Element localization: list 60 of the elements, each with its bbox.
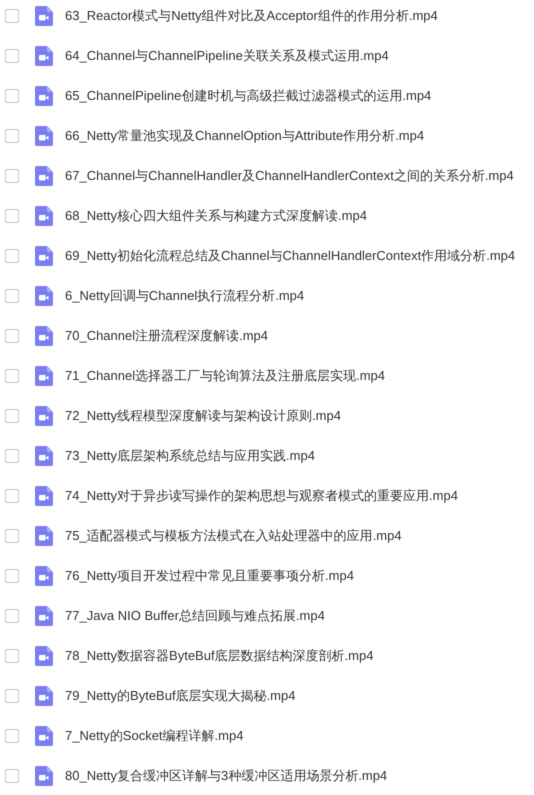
checkbox[interactable] xyxy=(5,289,19,303)
video-file-icon xyxy=(35,566,53,586)
checkbox[interactable] xyxy=(5,129,19,143)
file-name[interactable]: 80_Netty复合缓冲区详解与3种缓冲区适用场景分析.mp4 xyxy=(65,767,388,785)
checkbox[interactable] xyxy=(5,209,19,223)
video-file-icon xyxy=(35,486,53,506)
file-name[interactable]: 75_适配器模式与模板方法模式在入站处理器中的应用.mp4 xyxy=(65,527,402,545)
video-file-icon xyxy=(35,446,53,466)
checkbox[interactable] xyxy=(5,249,19,263)
video-file-icon xyxy=(35,326,53,346)
file-name[interactable]: 72_Netty线程模型深度解读与架构设计原则.mp4 xyxy=(65,407,341,425)
checkbox[interactable] xyxy=(5,489,19,503)
checkbox[interactable] xyxy=(5,329,19,343)
checkbox[interactable] xyxy=(5,9,19,23)
video-file-icon xyxy=(35,406,53,426)
checkbox[interactable] xyxy=(5,729,19,743)
file-name[interactable]: 7_Netty的Socket编程详解.mp4 xyxy=(65,727,244,745)
checkbox[interactable] xyxy=(5,169,19,183)
file-name[interactable]: 69_Netty初始化流程总结及Channel与ChannelHandlerContext作用域分析.mp4 xyxy=(65,247,516,265)
file-name[interactable]: 65_ChannelPipeline创建时机与高级拦截过滤器模式的运用.mp4 xyxy=(65,87,432,105)
checkbox[interactable] xyxy=(5,369,19,383)
file-name[interactable]: 67_Channel与ChannelHandler及ChannelHandlerContext之间的关系分析.mp4 xyxy=(65,167,514,185)
checkbox[interactable] xyxy=(5,649,19,663)
file-name[interactable]: 77_Java NIO Buffer总结回顾与难点拓展.mp4 xyxy=(65,607,325,625)
video-file-icon xyxy=(35,46,53,66)
file-name[interactable]: 78_Netty数据容器ByteBuf底层数据结构深度剖析.mp4 xyxy=(65,647,374,665)
file-name[interactable]: 76_Netty项目开发过程中常见且重要事项分析.mp4 xyxy=(65,567,354,585)
video-file-icon xyxy=(35,166,53,186)
video-file-icon xyxy=(35,206,53,226)
video-file-icon xyxy=(35,526,53,546)
file-name[interactable]: 68_Netty核心四大组件关系与构建方式深度解读.mp4 xyxy=(65,207,367,225)
file-name[interactable]: 63_Reactor模式与Netty组件对比及Acceptor组件的作用分析.mp4 xyxy=(65,7,438,25)
file-name[interactable]: 74_Netty对于异步读写操作的架构思想与观察者模式的重要应用.mp4 xyxy=(65,487,458,505)
video-file-icon xyxy=(35,366,53,386)
checkbox[interactable] xyxy=(5,89,19,103)
video-file-icon xyxy=(35,6,53,26)
checkbox[interactable] xyxy=(5,689,19,703)
checkbox[interactable] xyxy=(5,609,19,623)
file-name[interactable]: 64_Channel与ChannelPipeline关联关系及模式运用.mp4 xyxy=(65,47,389,65)
checkbox[interactable] xyxy=(5,529,19,543)
video-file-icon xyxy=(35,86,53,106)
video-file-icon xyxy=(35,286,53,306)
file-name[interactable]: 70_Channel注册流程深度解读.mp4 xyxy=(65,327,268,345)
video-file-icon xyxy=(35,126,53,146)
checkbox[interactable] xyxy=(5,409,19,423)
video-file-icon xyxy=(35,246,53,266)
file-name[interactable]: 6_Netty回调与Channel执行流程分析.mp4 xyxy=(65,287,304,305)
video-file-icon xyxy=(35,766,53,786)
video-file-icon xyxy=(35,646,53,666)
file-name[interactable]: 79_Netty的ByteBuf底层实现大揭秘.mp4 xyxy=(65,687,296,705)
checkbox[interactable] xyxy=(5,569,19,583)
video-file-icon xyxy=(35,686,53,706)
checkbox[interactable] xyxy=(5,449,19,463)
video-file-icon xyxy=(35,726,53,746)
checkbox[interactable] xyxy=(5,49,19,63)
checkbox[interactable] xyxy=(5,769,19,783)
file-name[interactable]: 71_Channel选择器工厂与轮询算法及注册底层实现.mp4 xyxy=(65,367,386,385)
file-name[interactable]: 73_Netty底层架构系统总结与应用实践.mp4 xyxy=(65,447,315,465)
video-file-icon xyxy=(35,606,53,626)
file-name[interactable]: 66_Netty常量池实现及ChannelOption与Attribute作用分析.mp4 xyxy=(65,127,424,145)
